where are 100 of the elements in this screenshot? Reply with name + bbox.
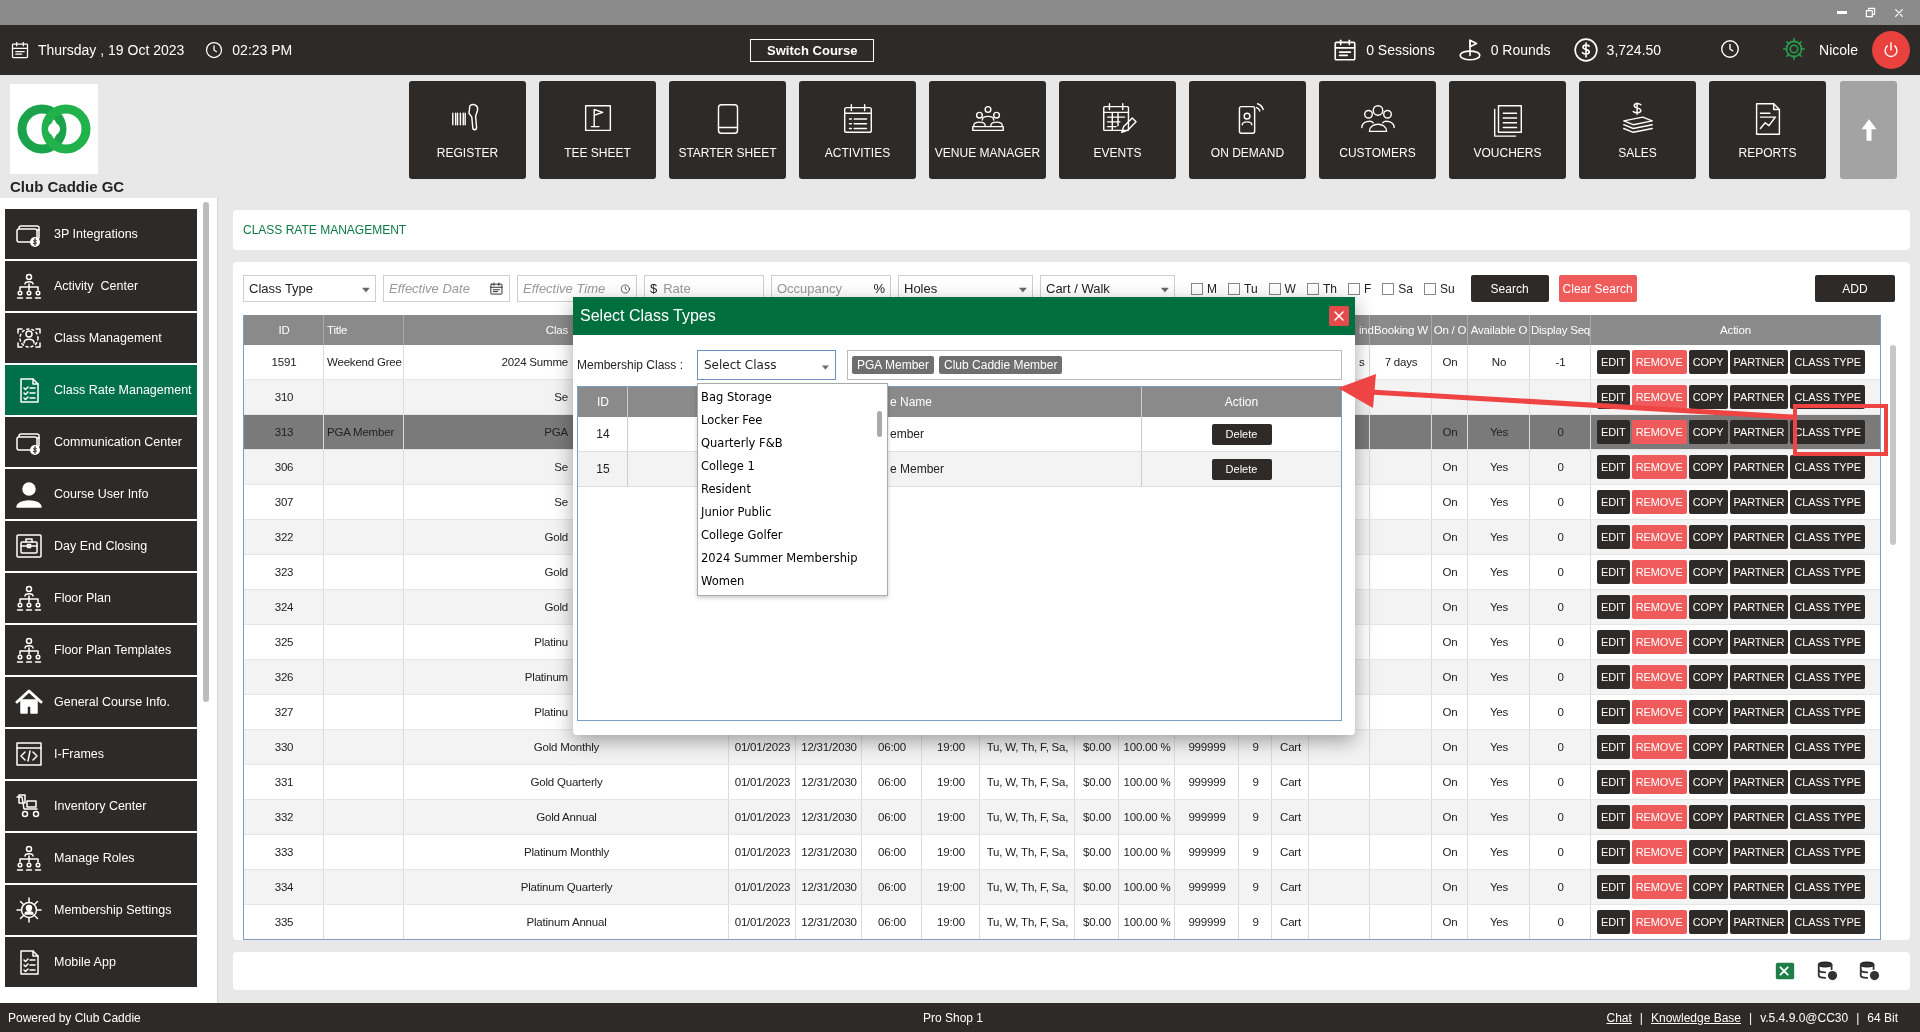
table-cell: Gold Monthly [533, 741, 600, 753]
table-cell: 331 [274, 776, 294, 788]
table-cell: $0.00 [1083, 776, 1111, 788]
table-cell: Platinum Monthly [524, 846, 609, 858]
table-cell: 332 [274, 811, 294, 823]
day-label: Su [1439, 281, 1455, 296]
table-cell: 12/31/2030 [801, 881, 857, 893]
table-cell: Yes [1489, 741, 1509, 753]
table-cell: On [1442, 741, 1458, 753]
footer-text: v.5.4.9.0@CC30 [1760, 1010, 1849, 1025]
table-cell: 999999 [1188, 881, 1226, 893]
table-cell: 15 [596, 462, 610, 476]
dialog-title: Select Class Types [579, 307, 716, 325]
table-cell: On [1442, 356, 1458, 368]
table-cell: Tu, W, Th, F, Sa, [986, 846, 1069, 858]
table-cell: 100.00 % [1123, 916, 1171, 928]
table-cell: 999999 [1188, 811, 1226, 823]
table-cell: 7 days [1384, 356, 1418, 368]
column-header: e Name [890, 395, 933, 409]
table-cell: 01/01/2023 [734, 846, 791, 858]
separator: | [1856, 1010, 1860, 1025]
table-cell: 01/01/2023 [734, 811, 791, 823]
table-cell: 01/01/2023 [734, 741, 791, 753]
table-cell: Cart [1280, 916, 1301, 928]
table-cell: Gold Quarterly [530, 776, 603, 788]
table-cell: 333 [274, 846, 294, 858]
table-cell: Tu, W, Th, F, Sa, [986, 881, 1069, 893]
table-cell: 9 [1252, 916, 1259, 928]
table-cell: Yes [1489, 706, 1509, 718]
page-title: CLASS RATE MANAGEMENT [243, 223, 407, 237]
table-cell: Tu, W, Th, F, Sa, [986, 811, 1069, 823]
account-balance: 3,724.50 [1606, 42, 1662, 58]
table-cell: Yes [1489, 916, 1509, 928]
table-cell: Cart [1280, 776, 1301, 788]
table-cell: 9 [1252, 776, 1259, 788]
table-cell: Se [554, 496, 568, 508]
column-header: Clas [545, 324, 568, 336]
table-cell: 19:00 [937, 811, 965, 823]
table-cell: Platinum Annual [526, 916, 607, 928]
table-cell: Yes [1489, 881, 1509, 893]
footer-text: 64 Bit [1867, 1010, 1898, 1025]
table-cell: 322 [274, 531, 294, 543]
table-cell: 14 [596, 427, 610, 441]
table-cell: On [1442, 811, 1458, 823]
table-cell: -1 [1555, 356, 1566, 368]
separator: | [1639, 1010, 1643, 1025]
table-cell: ember [890, 427, 924, 441]
table-cell: Yes [1489, 601, 1509, 613]
table-cell: 325 [274, 636, 294, 648]
table-cell: 335 [274, 916, 294, 928]
table-cell: On [1442, 881, 1458, 893]
table-cell: 0 [1557, 776, 1564, 788]
table-cell: 0 [1557, 566, 1564, 578]
table-cell: 06:00 [878, 916, 906, 928]
table-cell: 19:00 [937, 916, 965, 928]
table-cell: 100.00 % [1123, 811, 1171, 823]
location-label: Pro Shop 1 [922, 1010, 983, 1025]
column-header: ID [278, 324, 290, 336]
table-cell: On [1442, 846, 1458, 858]
table-cell: 12/31/2030 [801, 741, 857, 753]
column-header: Title [327, 324, 348, 336]
table-cell: 06:00 [878, 846, 906, 858]
separator: | [1749, 1010, 1753, 1025]
table-cell: 0 [1557, 461, 1564, 473]
table-cell: On [1442, 566, 1458, 578]
table-cell: 2024 Summe [501, 356, 568, 368]
table-cell: 100.00 % [1123, 776, 1171, 788]
column-header: Action [1224, 395, 1259, 409]
table-cell: 307 [274, 496, 294, 508]
table-cell: 0 [1557, 846, 1564, 858]
table-cell: 0 [1557, 706, 1564, 718]
table-cell: On [1442, 636, 1458, 648]
table-cell: 999999 [1188, 846, 1226, 858]
column-header: Action [1720, 324, 1751, 336]
column-header: Display Seq [1530, 324, 1591, 336]
table-cell: 313 [274, 426, 294, 438]
table-cell: Yes [1489, 636, 1509, 648]
day-label: W [1284, 281, 1296, 296]
table-cell: $0.00 [1083, 811, 1111, 823]
day-label: Tu [1244, 281, 1258, 296]
table-cell: Gold [544, 566, 568, 578]
table-cell: Yes [1489, 811, 1509, 823]
table-cell: PGA Member [327, 426, 395, 438]
table-cell: Se [554, 461, 568, 473]
table-cell: Platinu [534, 636, 568, 648]
table-cell: 06:00 [878, 741, 906, 753]
table-cell: Yes [1489, 846, 1509, 858]
club-name: Club Caddie GC [10, 178, 126, 195]
table-cell: 19:00 [937, 881, 965, 893]
table-cell: On [1442, 916, 1458, 928]
table-cell: On [1442, 776, 1458, 788]
table-cell: 306 [274, 461, 294, 473]
table-cell: Platinu [534, 706, 568, 718]
table-cell: e Member [890, 462, 945, 476]
table-cell: 0 [1557, 811, 1564, 823]
current-date: Thursday , 19 Oct 2023 [38, 42, 185, 58]
field-label: Membership Class : [577, 358, 685, 372]
table-cell: Cart [1280, 846, 1301, 858]
table-cell: 19:00 [937, 846, 965, 858]
table-cell: 0 [1557, 741, 1564, 753]
